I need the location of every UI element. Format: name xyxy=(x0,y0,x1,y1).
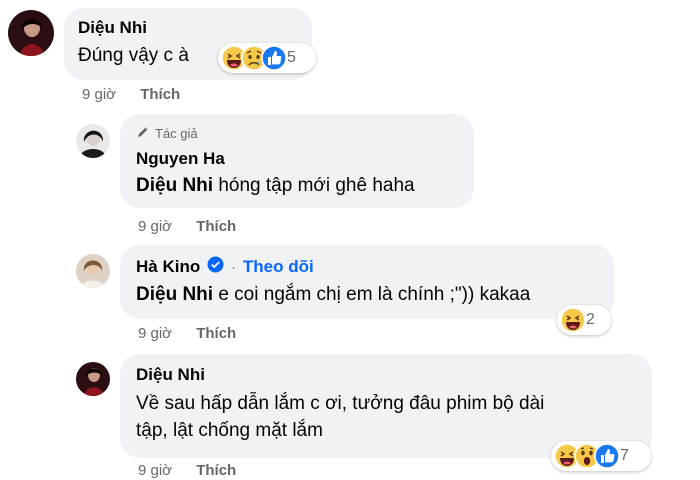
like-button[interactable]: Thích xyxy=(196,325,236,342)
reaction-summary[interactable]: 2 xyxy=(557,305,611,335)
verified-icon xyxy=(207,256,224,278)
reaction-count: 2 xyxy=(586,311,595,328)
comment-author[interactable]: Diệu Nhi xyxy=(136,365,636,385)
comment-time[interactable]: 9 giờ xyxy=(138,462,172,479)
comment-text: hóng tập mới ghê haha xyxy=(213,175,415,196)
like-reaction-icon xyxy=(594,443,620,469)
comment-bubble: Tác giả Nguyen Ha Diệu Nhi hóng tập mới … xyxy=(120,114,474,208)
comment-text-line-1: Về sau hấp dẫn lắm c ơi, tưởng đâu phim … xyxy=(136,393,545,414)
reaction-summary[interactable]: 5 xyxy=(218,43,316,73)
comment-time[interactable]: 9 giờ xyxy=(138,325,172,342)
comment-actions: 9 giờ Thích xyxy=(138,218,236,235)
comment-actions: 9 giờ Thích xyxy=(138,462,236,479)
like-button[interactable]: Thích xyxy=(140,86,180,103)
author-badge-label: Tác giả xyxy=(155,126,198,141)
comment-author[interactable]: Diệu Nhi xyxy=(78,18,298,38)
comment-actions: 9 giờ Thích xyxy=(82,86,180,103)
comment-author[interactable]: Nguyen Ha xyxy=(136,149,458,169)
avatar-nguyen-ha[interactable] xyxy=(76,124,110,158)
mention-link[interactable]: Diệu Nhi xyxy=(136,175,213,196)
avatar-dieu-nhi[interactable] xyxy=(8,10,54,56)
separator-dot: · xyxy=(231,259,236,275)
follow-button[interactable]: Theo dõi xyxy=(243,257,314,277)
like-button[interactable]: Thích xyxy=(196,218,236,235)
avatar-ha-kino[interactable] xyxy=(76,254,110,288)
comment-time[interactable]: 9 giờ xyxy=(138,218,172,235)
haha-reaction-icon xyxy=(560,307,586,333)
reaction-count: 5 xyxy=(287,49,296,66)
like-button[interactable]: Thích xyxy=(196,462,236,479)
mention-link[interactable]: Diệu Nhi xyxy=(136,284,213,305)
comment-author[interactable]: Hà Kino xyxy=(136,257,200,277)
avatar-dieu-nhi[interactable] xyxy=(76,362,110,396)
comment-time[interactable]: 9 giờ xyxy=(82,86,116,103)
comment-actions: 9 giờ Thích xyxy=(138,325,236,342)
pencil-icon xyxy=(136,125,150,142)
like-reaction-icon xyxy=(261,45,287,71)
comment-bubble: Hà Kino · Theo dõi Diệu Nhi e coi ngắm c… xyxy=(120,245,614,319)
reaction-count: 7 xyxy=(620,447,629,464)
reaction-summary[interactable]: 7 xyxy=(551,441,651,471)
author-badge: Tác giả xyxy=(136,125,458,142)
comment-text-line-2: tập, lật chống mặt lắm xyxy=(136,420,323,441)
comment-text: e coi ngắm chị em là chính ;")) kakaa xyxy=(213,284,531,305)
